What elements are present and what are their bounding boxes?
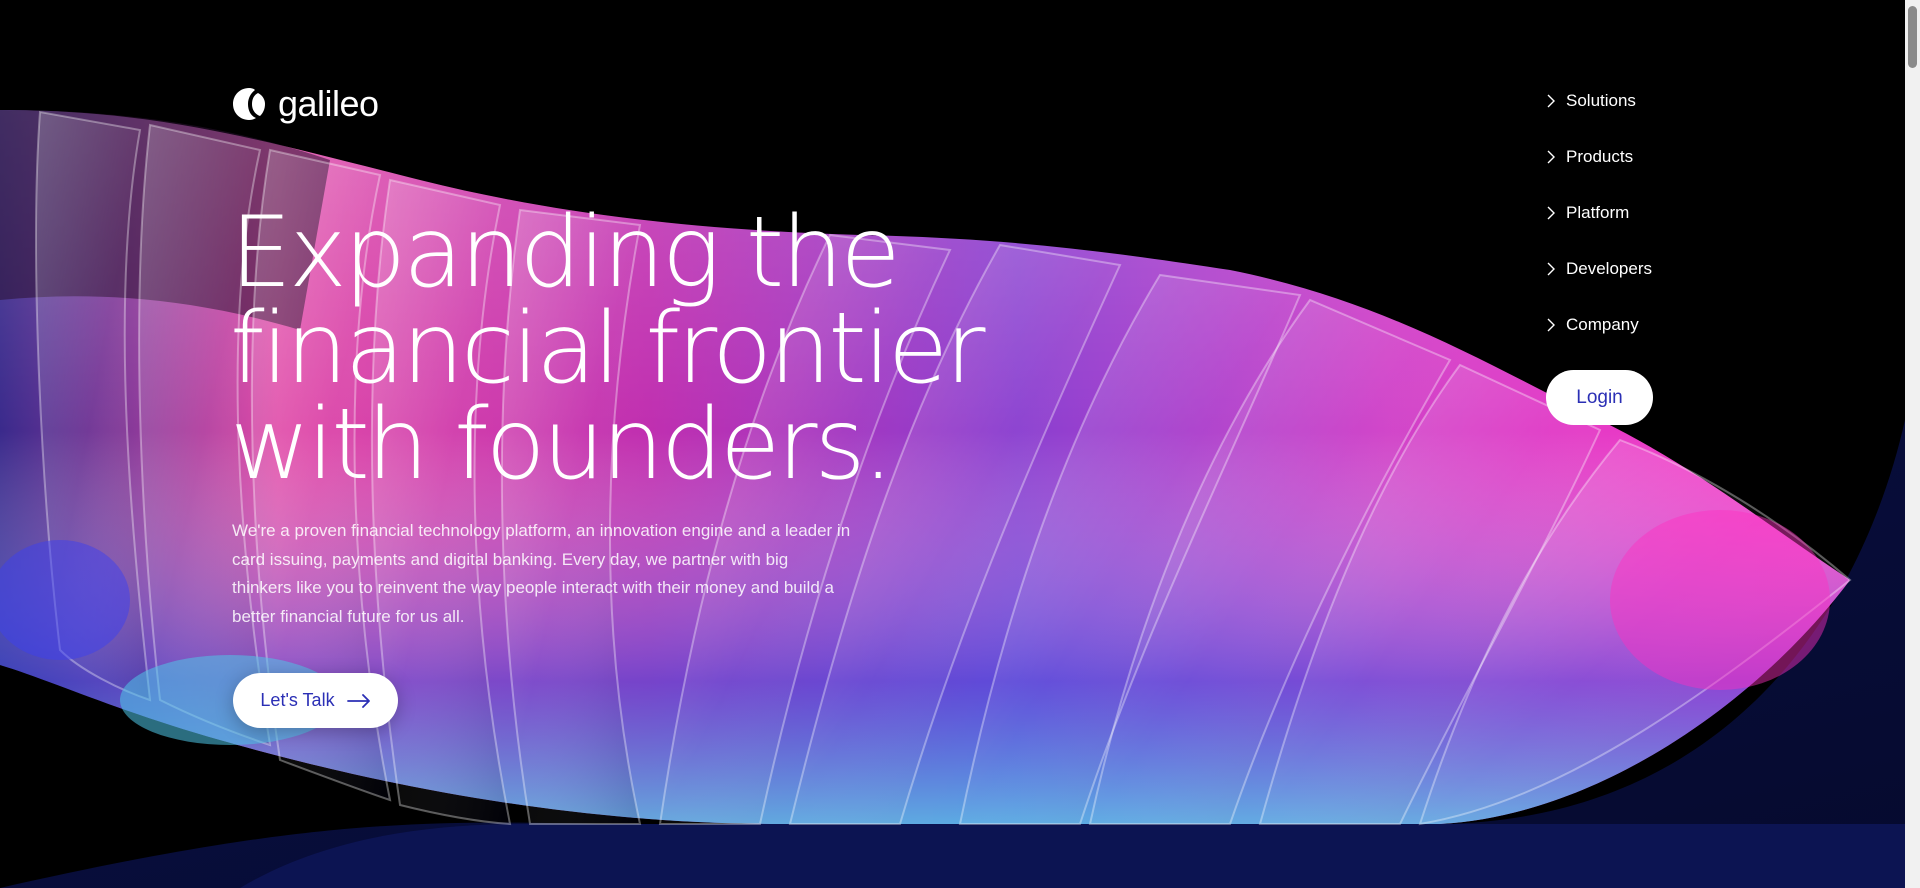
vertical-scrollbar[interactable] <box>1905 0 1920 888</box>
hero-headline-line-2: financial frontier <box>230 292 986 406</box>
nav-item-products[interactable]: Products <box>1546 129 1652 185</box>
chevron-right-icon <box>1547 262 1555 276</box>
nav-item-label: Platform <box>1566 203 1630 222</box>
lets-talk-button[interactable]: Let's Talk <box>233 673 398 728</box>
nav-item-label: Company <box>1566 315 1639 334</box>
chevron-right-icon <box>1547 94 1555 108</box>
galileo-crescent-logo-icon <box>233 88 265 120</box>
arrow-right-icon <box>346 693 370 708</box>
hero-headline: Expanding the financial frontier with fo… <box>230 196 986 502</box>
lets-talk-label: Let's Talk <box>260 690 335 710</box>
main-nav: Solutions Products Platform Developers C… <box>1546 85 1652 365</box>
hero-description: We're a proven financial technology plat… <box>232 521 851 627</box>
page: galileo Expanding the financial frontier… <box>0 0 1920 888</box>
nav-item-solutions[interactable]: Solutions <box>1546 73 1652 129</box>
chevron-right-icon <box>1547 206 1555 220</box>
nav-item-platform[interactable]: Platform <box>1546 185 1652 241</box>
nav-item-developers[interactable]: Developers <box>1546 241 1652 297</box>
chevron-right-icon <box>1547 318 1555 332</box>
nav-item-label: Developers <box>1566 259 1652 278</box>
brand-name: galileo <box>278 83 379 124</box>
login-button[interactable]: Login <box>1546 370 1653 425</box>
scrollbar-thumb[interactable] <box>1908 6 1917 68</box>
chevron-right-icon <box>1547 150 1555 164</box>
nav-item-label: Solutions <box>1566 91 1636 110</box>
nav-item-label: Products <box>1566 147 1634 166</box>
brand-logo[interactable]: galileo <box>232 86 379 122</box>
hero-headline-line-1: Expanding the <box>230 196 901 310</box>
nav-item-company[interactable]: Company <box>1546 297 1652 353</box>
hero-headline-line-3: with founders. <box>230 388 894 502</box>
